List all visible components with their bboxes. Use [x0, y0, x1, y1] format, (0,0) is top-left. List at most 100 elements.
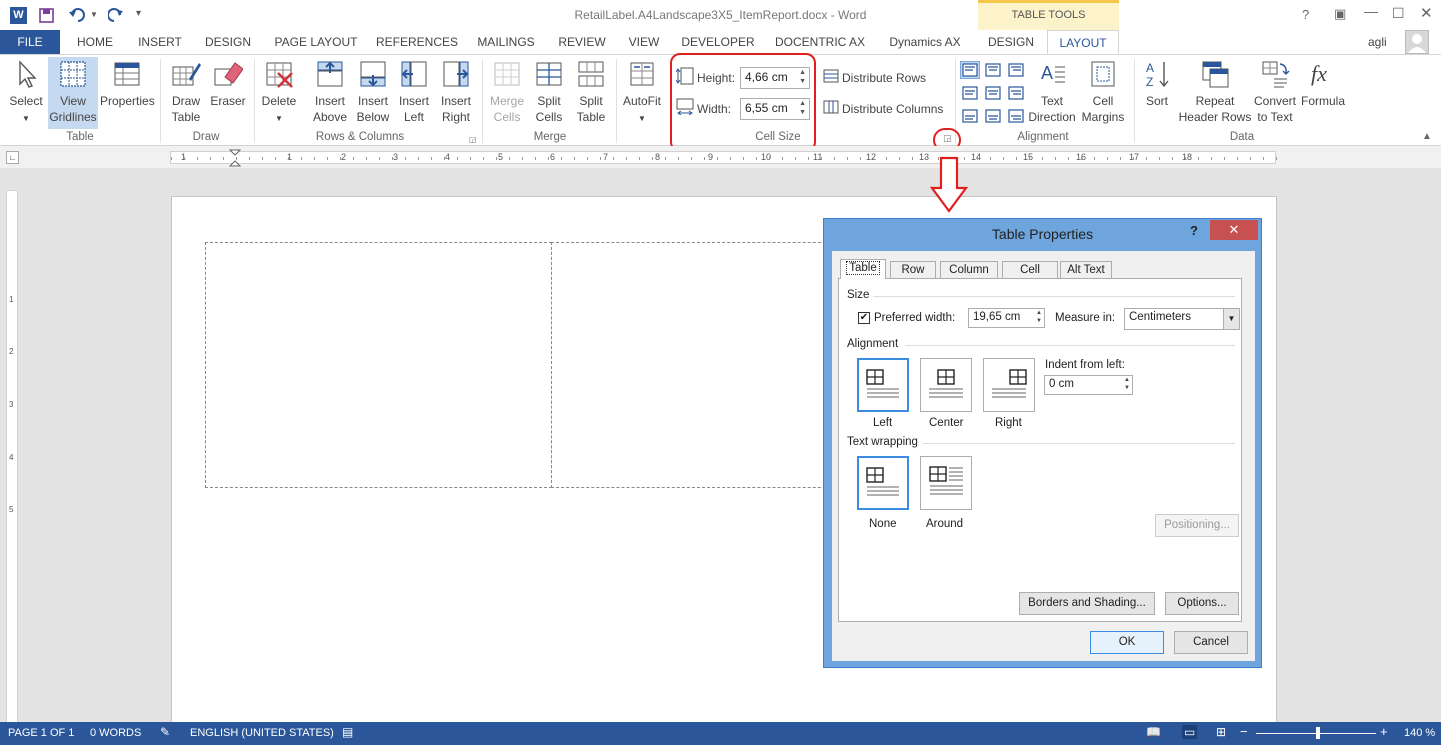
borders-and-shading-button[interactable]: Borders and Shading... — [1019, 592, 1155, 615]
zoom-out-icon[interactable]: − — [1240, 724, 1248, 739]
repeat-header-rows-button[interactable]: Repeat Header Rows — [1178, 59, 1252, 125]
page-count[interactable]: PAGE 1 OF 1 — [8, 727, 74, 739]
minimize-icon[interactable]: — — [1364, 3, 1378, 19]
tab-row[interactable]: Row — [890, 261, 936, 279]
web-layout-icon[interactable]: ⊞ — [1216, 725, 1226, 739]
tab-insert[interactable]: INSERT — [132, 30, 188, 54]
text-direction-button[interactable]: A Text Direction — [1028, 59, 1076, 125]
ribbon-display-icon[interactable]: ▣ — [1334, 6, 1346, 22]
convert-to-text-button[interactable]: Convert to Text — [1252, 59, 1298, 125]
vertical-ruler[interactable]: 1 2 3 4 5 — [6, 190, 18, 730]
align-right-option[interactable] — [983, 358, 1035, 412]
formula-button[interactable]: fx Formula — [1298, 59, 1348, 109]
spinner-icon[interactable]: ▲ ▼ — [1036, 309, 1042, 325]
tab-selector[interactable]: ∟ — [6, 151, 19, 164]
wrap-none-option[interactable] — [857, 456, 909, 510]
properties-button[interactable]: Properties — [100, 59, 155, 109]
convert-icon — [1262, 61, 1290, 88]
align-center-option[interactable] — [920, 358, 972, 412]
tab-developer[interactable]: DEVELOPER — [676, 30, 760, 54]
ruler-number: 5 — [498, 152, 504, 162]
tab-docentric-ax[interactable]: DOCENTRIC AX — [770, 30, 870, 54]
proofing-icon[interactable]: ✎ — [160, 725, 170, 739]
ok-button[interactable]: OK — [1090, 631, 1164, 654]
dialog-help-icon[interactable]: ? — [1190, 223, 1198, 238]
sort-button[interactable]: AZ Sort — [1138, 59, 1176, 109]
distribute-columns-button[interactable]: Distribute Columns — [842, 101, 943, 117]
tab-dynamics-ax[interactable]: Dynamics AX — [880, 30, 970, 54]
zoom-level[interactable]: 140 % — [1404, 727, 1435, 739]
svg-text:A: A — [1041, 63, 1053, 83]
insert-right-button[interactable]: Insert Right — [436, 59, 476, 125]
view-gridlines-button[interactable]: View Gridlines — [48, 57, 98, 129]
insert-below-button[interactable]: Insert Below — [352, 59, 394, 125]
options-button[interactable]: Options... — [1165, 592, 1239, 615]
table-cell[interactable] — [551, 242, 851, 488]
merge-cells-button: Merge Cells — [486, 59, 528, 125]
tab-column[interactable]: Column — [940, 261, 998, 279]
ruler-number: 18 — [1182, 152, 1193, 162]
distribute-rows-button[interactable]: Distribute Rows — [842, 70, 926, 86]
tab-view[interactable]: VIEW — [622, 30, 666, 54]
maximize-icon[interactable]: ☐ — [1392, 5, 1405, 22]
group-label-table: Table — [66, 131, 94, 143]
tab-layout[interactable]: LAYOUT — [1047, 30, 1119, 54]
print-layout-icon[interactable]: ▭ — [1182, 725, 1198, 739]
insert-above-button[interactable]: Insert Above — [308, 59, 352, 125]
spinner-icon[interactable]: ▲ ▼ — [1124, 376, 1130, 392]
tab-review[interactable]: REVIEW — [552, 30, 612, 54]
tab-alt-text[interactable]: Alt Text — [1060, 261, 1112, 279]
split-cells-button[interactable]: Split Cells — [528, 59, 570, 125]
tab-file[interactable]: FILE — [0, 30, 60, 54]
delete-button[interactable]: Delete ▼ — [258, 59, 300, 127]
eraser-button[interactable]: Eraser — [208, 59, 248, 109]
tab-page-layout[interactable]: PAGE LAYOUT — [268, 30, 364, 54]
user-name[interactable]: agli — [1368, 35, 1387, 49]
tab-references[interactable]: REFERENCES — [374, 30, 460, 54]
cancel-button[interactable]: Cancel — [1174, 631, 1248, 654]
preferred-width-checkbox[interactable]: ✔ — [858, 312, 870, 324]
insert-right-icon — [443, 61, 469, 87]
table-cell[interactable] — [205, 242, 552, 488]
macro-icon[interactable]: ▤ — [342, 725, 353, 739]
autofit-button[interactable]: AutoFit ▼ — [620, 59, 664, 127]
tab-home[interactable]: HOME — [70, 30, 120, 54]
chevron-down-icon[interactable]: ▼ — [1223, 309, 1239, 329]
close-icon[interactable]: ✕ — [1420, 4, 1433, 22]
zoom-in-icon[interactable]: + — [1380, 724, 1388, 739]
tab-table[interactable]: Table — [840, 259, 886, 279]
insert-above-icon — [317, 61, 343, 87]
align-right-label: Right — [995, 417, 1022, 429]
split-table-button[interactable]: Split Table — [570, 59, 612, 125]
indent-from-left-input[interactable]: 0 cm ▲ ▼ — [1044, 375, 1133, 395]
tab-table-design[interactable]: DESIGN — [980, 30, 1042, 54]
dialog-close-button[interactable]: ✕ — [1210, 220, 1258, 240]
insert-left-button[interactable]: Insert Left — [394, 59, 434, 125]
measure-in-select[interactable]: Centimeters ▼ — [1124, 308, 1240, 330]
table-tools-header: TABLE TOOLS — [978, 0, 1119, 30]
preferred-width-input[interactable]: 19,65 cm ▲ ▼ — [968, 308, 1045, 328]
zoom-slider-thumb[interactable] — [1316, 727, 1320, 739]
indent-marker-icon[interactable] — [229, 149, 241, 169]
wrap-around-option[interactable] — [920, 456, 972, 510]
tab-mailings[interactable]: MAILINGS — [470, 30, 542, 54]
help-icon[interactable]: ? — [1302, 7, 1309, 22]
grid-icon — [60, 61, 86, 87]
language[interactable]: ENGLISH (UNITED STATES) — [190, 727, 334, 739]
split-table-icon — [578, 61, 604, 87]
dialog-launcher-icon[interactable]: ◲ — [469, 135, 477, 144]
select-button[interactable]: Select ▼ — [5, 59, 47, 127]
align-left-option[interactable] — [857, 358, 909, 412]
horizontal-ruler[interactable]: 1123456789101112131415161718 — [170, 151, 1277, 164]
word-count[interactable]: 0 WORDS — [90, 727, 141, 739]
read-mode-icon[interactable]: 📖 — [1146, 725, 1161, 739]
cell-margins-button[interactable]: Cell Margins — [1078, 59, 1128, 125]
ruler-number: 3 — [9, 400, 14, 409]
close-icon: ✕ — [1228, 222, 1240, 237]
draw-table-button[interactable]: Draw Table — [166, 59, 206, 125]
tab-design[interactable]: DESIGN — [199, 30, 257, 54]
collapse-ribbon-icon[interactable]: ▲ — [1422, 131, 1432, 142]
tab-cell[interactable]: Cell — [1002, 261, 1058, 279]
wrap-none-label: None — [869, 518, 897, 530]
avatar[interactable] — [1405, 30, 1429, 54]
